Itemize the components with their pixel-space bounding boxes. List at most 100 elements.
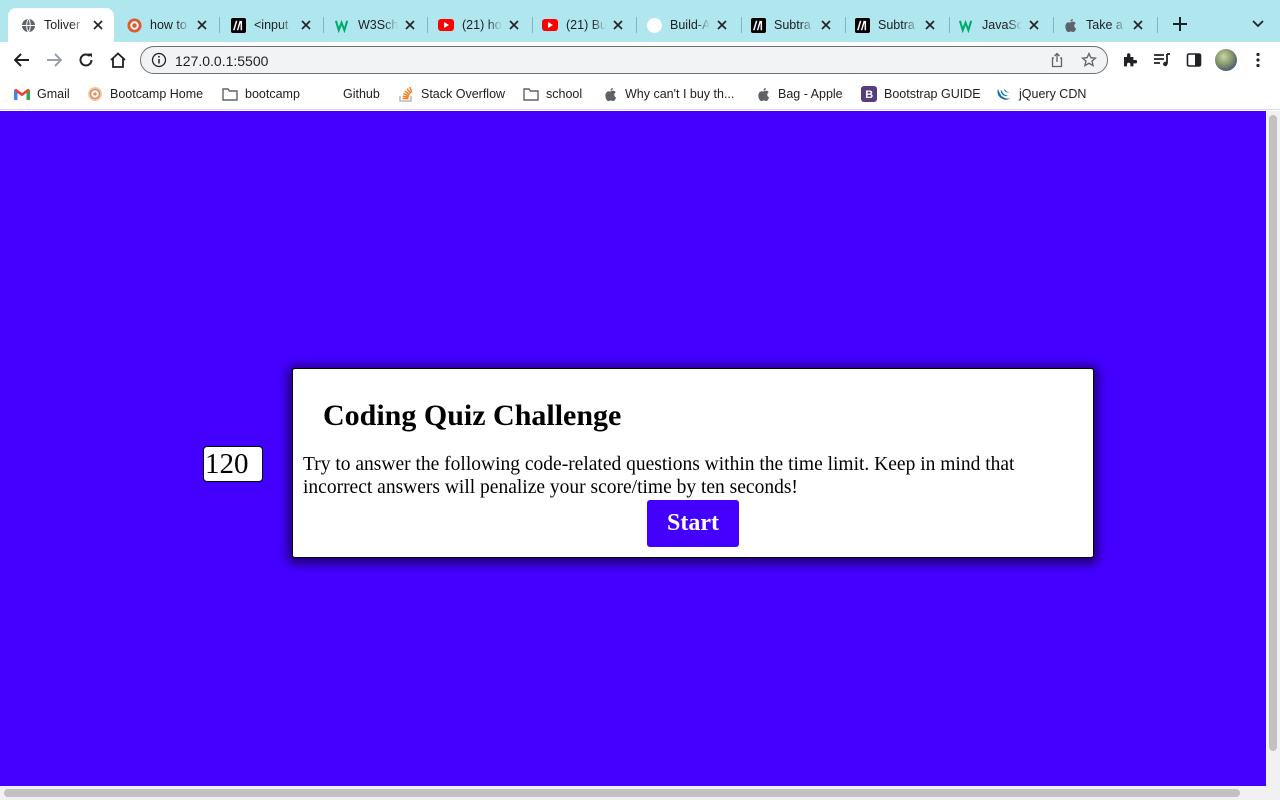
bookmark-folder-bootcamp[interactable]: bootcamp (222, 85, 300, 103)
tab[interactable]: Subtra (738, 8, 842, 42)
apple-icon (602, 86, 618, 102)
horizontal-scrollbar-thumb[interactable] (4, 789, 1240, 797)
bookmark-label: Bootstrap GUIDE (884, 87, 981, 101)
vertical-scrollbar-thumb[interactable] (1269, 115, 1277, 751)
close-icon[interactable] (194, 17, 210, 33)
tab-separator (219, 17, 220, 33)
bookmark-gmail[interactable]: Gmail (14, 85, 70, 103)
horizontal-scrollbar[interactable] (0, 786, 1280, 800)
bookmark-label: jQuery CDN (1019, 87, 1087, 101)
bookmark-folder-school[interactable]: school (523, 85, 582, 103)
close-icon[interactable] (402, 17, 418, 33)
bookmark-bootcamp-home[interactable]: Bootcamp Home (87, 85, 203, 103)
side-panel-icon (1186, 53, 1202, 67)
github-icon (320, 86, 336, 102)
quiz-card: Coding Quiz Challenge Try to answer the … (292, 368, 1094, 558)
tab-separator (741, 17, 742, 33)
tab-title: Toliver (44, 18, 81, 32)
quiz-title: Coding Quiz Challenge (323, 399, 622, 432)
start-button[interactable]: Start (647, 500, 739, 547)
github-icon (646, 17, 662, 33)
side-panel-button[interactable] (1182, 48, 1206, 72)
tab-separator (1053, 17, 1054, 33)
puzzle-icon (1124, 53, 1138, 67)
bookmark-label: Bootcamp Home (110, 87, 204, 101)
bookmark-label: bootcamp (245, 87, 300, 101)
tab-title: Subtra (878, 18, 915, 32)
address-bar[interactable]: 127.0.0.1:5500 (140, 46, 1108, 74)
close-icon[interactable] (1026, 17, 1042, 33)
tab-title: (21) Bu (566, 18, 606, 32)
tab-title: how to (150, 18, 187, 32)
close-icon[interactable] (610, 17, 626, 33)
tab-active[interactable]: Toliver (8, 8, 114, 42)
tab[interactable]: Build-A (634, 8, 738, 42)
forward-button[interactable] (42, 48, 66, 72)
close-icon[interactable] (90, 17, 106, 33)
close-icon[interactable] (714, 17, 730, 33)
vertical-scrollbar[interactable] (1266, 111, 1280, 786)
kebab-menu-icon (1256, 52, 1260, 68)
tab-separator (532, 17, 533, 33)
tab-title: Take a (1086, 18, 1123, 32)
star-icon[interactable] (1080, 51, 1098, 68)
tab[interactable]: how to (114, 8, 218, 42)
close-icon[interactable] (506, 17, 522, 33)
tab[interactable]: W3Sch (322, 8, 426, 42)
globe-icon (20, 17, 36, 33)
new-tab-button[interactable] (1169, 13, 1191, 35)
avatar[interactable] (1215, 49, 1237, 71)
tab-title: Subtra (774, 18, 811, 32)
tab-separator (1157, 17, 1158, 33)
bookmark-label: Gmail (37, 87, 70, 101)
reload-button[interactable] (74, 48, 98, 72)
close-icon[interactable] (1130, 17, 1146, 33)
url-text[interactable]: 127.0.0.1:5500 (175, 53, 268, 69)
tab[interactable]: (21) Bu (530, 8, 634, 42)
back-button[interactable] (10, 48, 34, 72)
mdn-icon (750, 17, 766, 33)
plus-icon (1173, 17, 1187, 31)
info-icon[interactable] (151, 52, 167, 68)
tab[interactable]: JavaSc (946, 8, 1050, 42)
media-button[interactable] (1150, 48, 1174, 72)
youtube-icon (438, 17, 454, 33)
close-icon[interactable] (298, 17, 314, 33)
bookmark-apple-bag[interactable]: Bag - Apple (755, 85, 843, 103)
folder-icon (222, 86, 238, 102)
chevron-down-icon (1252, 20, 1264, 28)
tab[interactable]: <input (218, 8, 322, 42)
close-icon[interactable] (818, 17, 834, 33)
folder-icon (523, 86, 539, 102)
reload-icon (79, 53, 93, 67)
bookmark-label: school (546, 87, 583, 101)
bookmark-bootstrap[interactable]: B Bootstrap GUIDE (861, 85, 981, 103)
tab-title: (21) ho (462, 18, 502, 32)
menu-button[interactable] (1246, 48, 1270, 72)
gmail-icon (14, 86, 30, 102)
extensions-button[interactable] (1118, 48, 1142, 72)
tab-separator (949, 17, 950, 33)
home-icon (110, 52, 126, 68)
tab[interactable]: Subtra (842, 8, 946, 42)
bookmark-label: Bag - Apple (778, 87, 843, 101)
svg-text:B: B (865, 89, 873, 101)
tab[interactable]: Take a (1050, 8, 1154, 42)
arrow-left-icon (14, 53, 29, 67)
close-icon[interactable] (922, 17, 938, 33)
page-viewport: 120 Coding Quiz Challenge Try to answer … (0, 111, 1266, 786)
bookmark-apple-buy[interactable]: Why can't I buy th... (602, 85, 734, 103)
share-icon[interactable] (1049, 52, 1065, 68)
bookmark-jquery-cdn[interactable]: jQuery CDN (996, 85, 1086, 103)
bookmark-github[interactable]: Github (320, 85, 380, 103)
home-button[interactable] (106, 48, 130, 72)
bookmark-stack-overflow[interactable]: Stack Overflow (398, 85, 505, 103)
bookmarks-bar: Gmail Bootcamp Home bootcamp Github Stac… (0, 78, 1280, 110)
tab-strip: Toliver how to <input W3Sch (21) ho (21)… (0, 0, 1280, 42)
tab-title: W3Sch (358, 18, 398, 32)
tab-search-button[interactable] (1248, 14, 1268, 34)
tab[interactable]: (21) ho (426, 8, 530, 42)
tab-title: Build-A (670, 18, 710, 32)
apple-icon (755, 86, 771, 102)
apple-icon (1062, 17, 1078, 33)
